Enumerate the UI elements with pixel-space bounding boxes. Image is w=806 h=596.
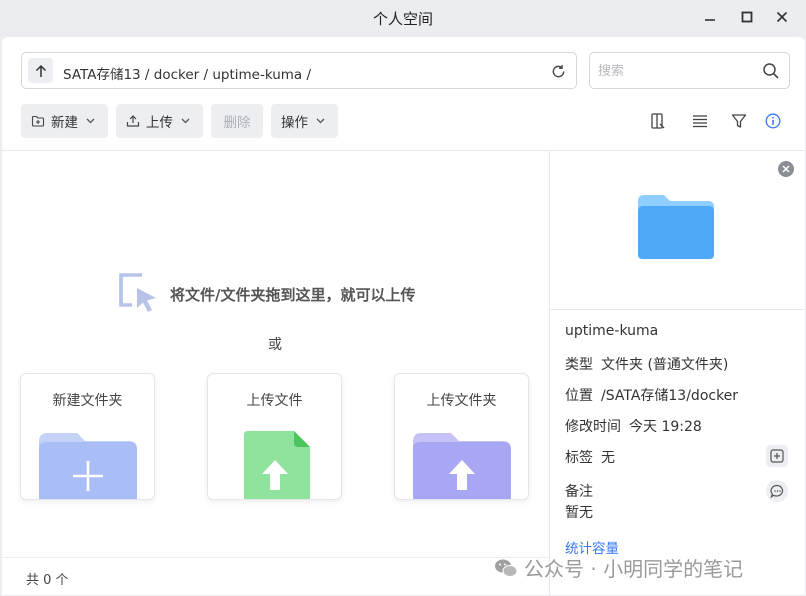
close-icon (782, 165, 790, 173)
parent-folder-button[interactable] (28, 58, 53, 83)
minimize-icon (705, 19, 715, 21)
arrow-up-icon (35, 64, 46, 77)
type-value: 文件夹 (普通文件夹) (601, 357, 729, 373)
detail-note-value: 暂无 (565, 505, 593, 521)
upload-file-icon (244, 431, 310, 499)
filter-button[interactable] (729, 111, 749, 131)
new-folder-icon (39, 433, 137, 499)
delete-button[interactable]: 删除 (211, 104, 263, 138)
info-button[interactable] (763, 111, 783, 131)
toolbar-divider (2, 150, 805, 151)
search-input[interactable] (598, 61, 748, 81)
close-panel-button[interactable] (778, 161, 794, 177)
operations-label: 操作 (281, 115, 308, 131)
folder-icon (638, 195, 714, 259)
column-view-button[interactable] (648, 111, 668, 131)
modified-value: 今天 19:28 (629, 419, 702, 435)
detail-name: uptime-kuma (565, 323, 659, 339)
detail-modified: 修改时间 今天 19:28 (565, 416, 702, 436)
file-manager-window: SATA存储13 / docker / uptime-kuma / 新建 上传 … (2, 37, 805, 595)
drop-hint: 将文件/文件夹拖到这里，就可以上传 (170, 286, 416, 304)
minimize-button[interactable] (697, 6, 723, 28)
location-value[interactable]: /SATA存储13/docker (601, 388, 738, 404)
breadcrumb[interactable]: SATA存储13 / docker / uptime-kuma / (63, 63, 311, 83)
title-bar: 个人空间 (0, 0, 806, 36)
comment-icon (769, 484, 783, 498)
status-divider (2, 557, 549, 558)
detail-note-key: 备注 (565, 484, 593, 500)
upload-file-card[interactable]: 上传文件 (207, 373, 342, 500)
new-folder-label: 新建文件夹 (52, 393, 123, 409)
operations-button[interactable]: 操作 (271, 104, 338, 138)
chevron-down-icon (181, 118, 190, 124)
list-view-button[interactable] (690, 111, 710, 131)
close-icon (776, 11, 788, 23)
info-icon (765, 113, 781, 129)
modified-key: 修改时间 (565, 419, 621, 435)
maximize-button[interactable] (734, 6, 760, 28)
upload-icon (126, 115, 140, 127)
type-key: 类型 (565, 357, 593, 373)
new-icon (31, 115, 45, 127)
upload-folder-label: 上传文件夹 (426, 393, 497, 409)
refresh-icon (552, 64, 564, 77)
search-box (589, 52, 790, 89)
path-bar[interactable]: SATA存储13 / docker / uptime-kuma / (21, 52, 577, 89)
tags-key: 标签 (565, 450, 593, 466)
add-note-button[interactable] (766, 480, 788, 502)
search-icon[interactable] (762, 62, 780, 80)
or-text: 或 (268, 337, 282, 353)
columns-icon (651, 113, 665, 129)
filter-icon (731, 114, 747, 128)
new-folder-card[interactable]: 新建文件夹 (20, 373, 155, 500)
upload-label: 上传 (146, 115, 173, 131)
add-box-icon (770, 449, 784, 463)
detail-location: 位置/SATA存储13/docker (565, 385, 738, 405)
item-count: 共 0 个 (26, 573, 69, 588)
watermark-text: 公众号 · 小明同学的笔记 (524, 557, 744, 581)
chevron-down-icon (316, 118, 325, 124)
watermark: 公众号 · 小明同学的笔记 (494, 553, 743, 582)
upload-button[interactable]: 上传 (116, 104, 203, 138)
detail-tags: 标签无 (565, 447, 615, 467)
list-icon (693, 115, 707, 128)
detail-type: 类型 文件夹 (普通文件夹) (565, 354, 728, 374)
delete-label: 删除 (223, 115, 251, 131)
window-title: 个人空间 (372, 10, 433, 28)
location-key: 位置 (565, 388, 593, 404)
chevron-down-icon (86, 118, 95, 124)
new-label: 新建 (51, 115, 78, 131)
new-button[interactable]: 新建 (21, 104, 108, 138)
drag-upload-icon (119, 273, 156, 312)
upload-folder-icon (413, 433, 511, 499)
upload-folder-card[interactable]: 上传文件夹 (394, 373, 529, 500)
wechat-icon (495, 559, 518, 577)
refresh-button[interactable] (548, 61, 568, 81)
add-tag-button[interactable] (766, 445, 788, 467)
upload-file-label: 上传文件 (246, 393, 303, 409)
panel-divider (549, 151, 550, 595)
close-button[interactable] (769, 6, 795, 28)
details-divider (550, 309, 805, 310)
tags-value: 无 (601, 450, 615, 466)
maximize-icon (741, 11, 753, 23)
